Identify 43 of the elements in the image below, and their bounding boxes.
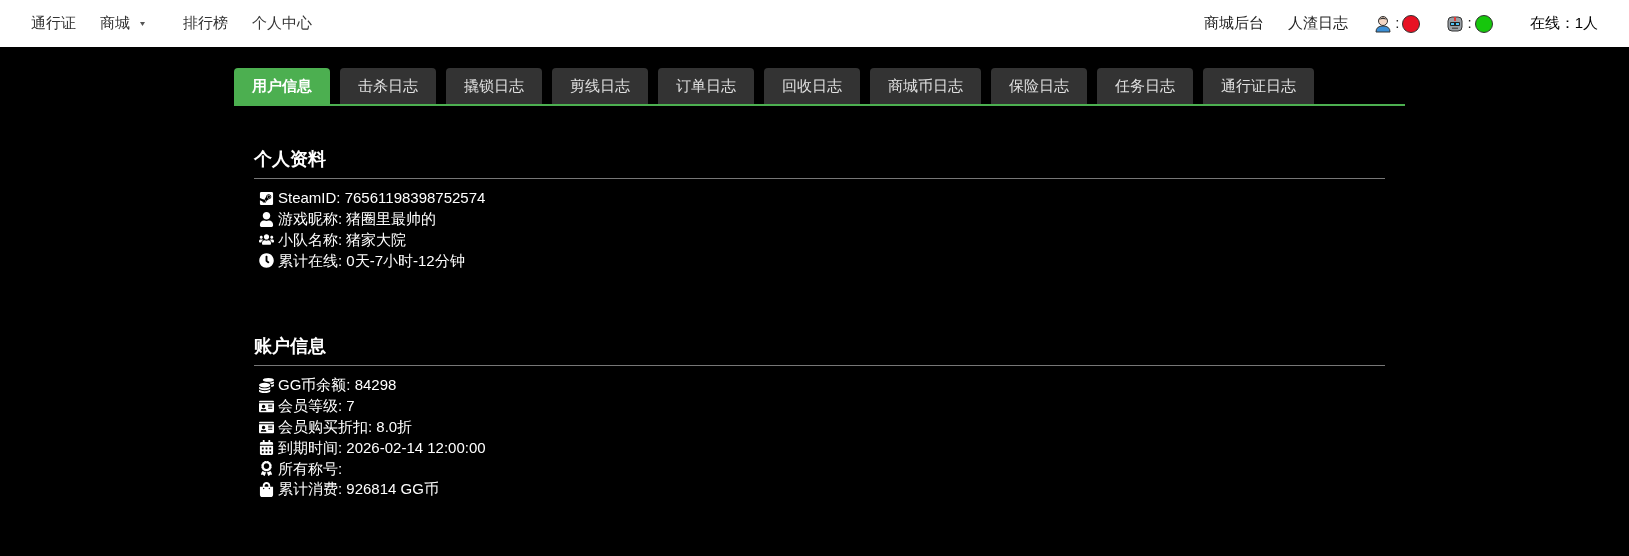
info-text: 游戏昵称: 猪圈里最帅的 <box>278 208 437 229</box>
award-icon <box>258 461 274 477</box>
users-icon <box>258 232 274 248</box>
nav-link[interactable]: 通行证 <box>31 12 76 35</box>
tab[interactable]: 回收日志 <box>764 68 860 104</box>
tab[interactable]: 击杀日志 <box>340 68 436 104</box>
clock-icon <box>258 253 274 269</box>
online-count: 在线：1人 <box>1529 13 1598 34</box>
info-text: 会员购买折扣: 8.0折 <box>278 416 413 437</box>
info-text: 所有称号: <box>278 458 343 479</box>
info-text: 累计在线: 0天-7小时-12分钟 <box>278 250 465 271</box>
tab[interactable]: 撬锁日志 <box>446 68 542 104</box>
robot-icon <box>1446 14 1465 33</box>
tab[interactable]: 保险日志 <box>991 68 1087 104</box>
nav-link[interactable]: 商城 <box>100 12 159 35</box>
nav-link[interactable]: 商城后台 <box>1204 12 1265 35</box>
nav-link[interactable]: 排行榜 <box>183 12 228 35</box>
coins-icon <box>258 378 274 394</box>
info-text: 会员等级: 7 <box>278 396 355 417</box>
calendar-icon <box>258 440 274 456</box>
person-icon <box>1374 14 1393 33</box>
steam-icon <box>258 190 274 206</box>
tab[interactable]: 订单日志 <box>658 68 754 104</box>
id-card-icon <box>258 398 274 414</box>
tab[interactable]: 剪线日志 <box>552 68 648 104</box>
colon-separator: : <box>1395 13 1400 34</box>
info-text: GG币余额: 84298 <box>278 375 397 396</box>
tab[interactable]: 商城币日志 <box>870 68 981 104</box>
colon-separator: : <box>1467 13 1472 34</box>
id-card-icon <box>258 419 274 435</box>
info-text: SteamID: 76561198398752574 <box>278 188 486 209</box>
section-title: 账户信息 <box>254 333 326 367</box>
nav-link[interactable]: 人渣日志 <box>1288 12 1349 35</box>
tab[interactable]: 通行证日志 <box>1203 68 1314 104</box>
user-icon <box>258 211 274 227</box>
caret-icon <box>140 21 145 26</box>
section-title: 个人资料 <box>254 146 326 179</box>
info-text: 累计消费: 926814 GG币 <box>278 479 439 500</box>
nav-link[interactable]: 个人中心 <box>252 12 312 35</box>
shopping-bag-icon <box>258 482 274 498</box>
tab[interactable]: 任务日志 <box>1097 68 1193 104</box>
info-text: 到期时间: 2026-02-14 12:00:00 <box>278 437 486 458</box>
info-text: 小队名称: 猪家大院 <box>278 229 407 250</box>
